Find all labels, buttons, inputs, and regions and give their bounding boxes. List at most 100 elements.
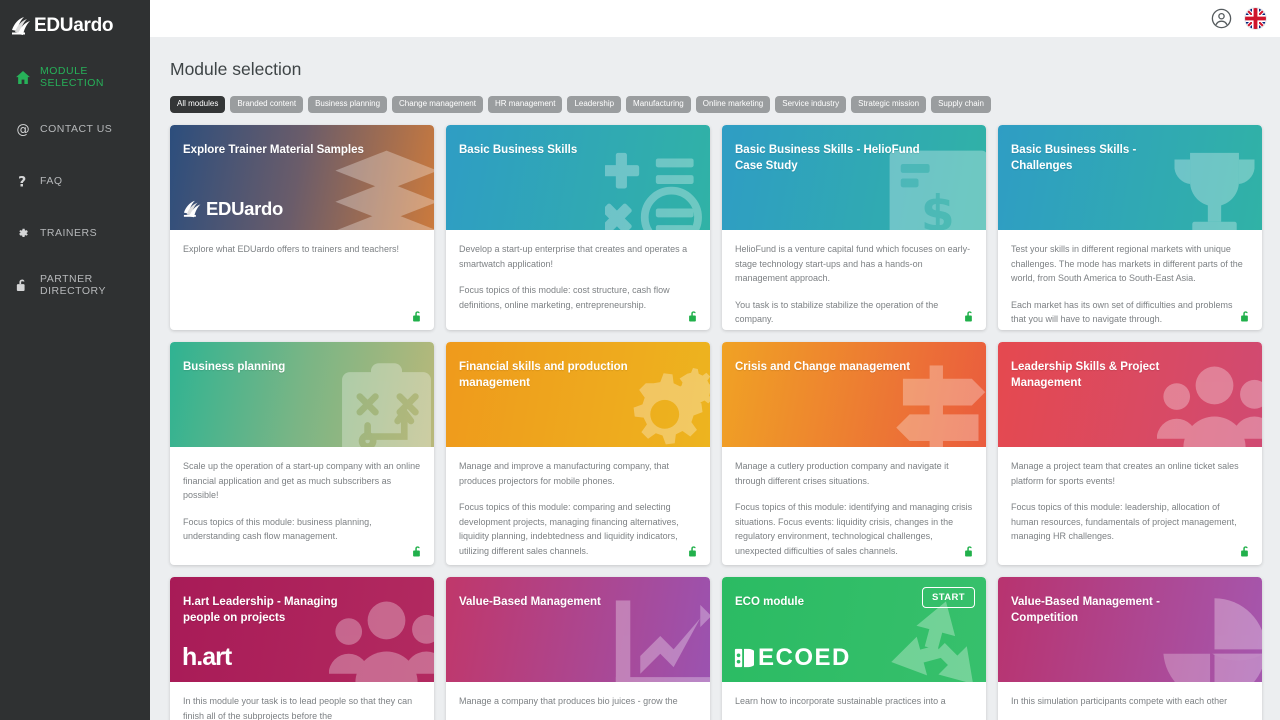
module-card-hart-leadership-managing-people-on-projects[interactable]: H.art Leadership - Managing people on pr… — [170, 577, 434, 720]
at-sign-icon: @ — [16, 122, 34, 136]
sidebar-item-label: TRAINERS — [40, 227, 98, 239]
sidebar-item-label: PARTNER DIRECTORY — [40, 273, 106, 297]
filter-chip-change-management[interactable]: Change management — [392, 96, 483, 113]
module-card-financial-skills-and-production-management[interactable]: Financial skills and production manageme… — [446, 342, 710, 565]
card-title: Basic Business Skills - HelioFund Case S… — [735, 144, 920, 173]
sidebar-item-label: FAQ — [40, 175, 63, 187]
card-title: Business planning — [183, 361, 286, 373]
filter-chip-branded-content[interactable]: Branded content — [230, 96, 304, 113]
card-header: Financial skills and production manageme… — [446, 342, 710, 447]
filter-chip-service-industry[interactable]: Service industry — [775, 96, 847, 113]
card-body: Explore what EDUardo offers to trainers … — [170, 230, 434, 257]
filter-chip-manufacturing[interactable]: Manufacturing — [626, 96, 691, 113]
unlock-icon-green[interactable] — [688, 545, 699, 558]
card-paragraph: Focus topics of this module: leadership,… — [1011, 502, 1237, 542]
card-logo-ecoed: ECOED — [734, 644, 851, 672]
sidebar-item-trainers[interactable]: TRAINERS — [0, 220, 150, 246]
start-button[interactable]: START — [922, 587, 975, 608]
nav-gap — [0, 90, 150, 116]
filter-chip-business-planning[interactable]: Business planning — [308, 96, 388, 113]
sidebar-item-label: CONTACT US — [40, 123, 113, 135]
card-header: Business planning — [170, 342, 434, 447]
unlock-icon-green[interactable] — [412, 545, 423, 558]
svg-text:@: @ — [16, 122, 29, 136]
card-paragraph: Focus topics of this module: business pl… — [183, 516, 372, 542]
card-paragraph: Focus topics of this module: comparing a… — [459, 502, 679, 556]
card-paragraph: Test your skills in different regional m… — [1011, 244, 1243, 284]
brand-logo[interactable]: EDUardo — [0, 0, 150, 42]
unlock-icon-green[interactable] — [964, 310, 975, 323]
filter-chip-supply-chain[interactable]: Supply chain — [931, 96, 991, 113]
card-body: In this module your task is to lead peop… — [170, 682, 434, 720]
nav-gap — [0, 194, 150, 220]
top-bar — [150, 0, 1280, 37]
module-card-basic-business-skills-heliofund-case-study[interactable]: Basic Business Skills - HelioFund Case S… — [722, 125, 986, 330]
svg-text:?: ? — [18, 174, 26, 188]
unlock-icon-green[interactable] — [1240, 310, 1251, 323]
unlock-icon-green[interactable] — [964, 545, 975, 558]
card-body: HelioFund is a venture capital fund whic… — [722, 230, 986, 327]
gear-icon — [16, 227, 34, 240]
sidebar-item-contact-us[interactable]: @ CONTACT US — [0, 116, 150, 142]
content-area: Module selection All modules Branded con… — [150, 37, 1280, 720]
card-body: Develop a start-up enterprise that creat… — [446, 230, 710, 312]
page-title: Module selection — [170, 59, 302, 79]
card-paragraph: In this simulation participants compete … — [1011, 696, 1228, 706]
main-area: Module selection All modules Branded con… — [150, 0, 1280, 720]
card-paragraph: Manage a company that produces bio juice… — [459, 696, 678, 706]
card-paragraph: Manage a cutlery production company and … — [735, 461, 949, 486]
card-paragraph: In this module your task is to lead peop… — [183, 696, 413, 720]
card-header: Value-Based Management - Competition — [998, 577, 1262, 682]
nav-gap — [0, 142, 150, 168]
sidebar: EDUardo MODULE SELECTION @ CONTACT US ? — [0, 0, 150, 720]
home-icon — [16, 70, 34, 84]
module-grid-row: Explore Trainer Material Samples EDUardo… — [170, 125, 1262, 330]
card-paragraph: Focus topics of this module: identifying… — [735, 502, 973, 556]
filter-chip-leadership[interactable]: Leadership — [567, 96, 622, 113]
card-title: Value-Based Management - Competition — [1011, 596, 1160, 625]
module-grid-row: H.art Leadership - Managing people on pr… — [170, 577, 1262, 720]
module-card-explore-trainer-material-samples[interactable]: Explore Trainer Material Samples EDUardo… — [170, 125, 434, 330]
svg-text:$: $ — [921, 186, 955, 230]
card-title: Basic Business Skills — [459, 144, 578, 156]
unlock-icon — [16, 278, 34, 292]
card-title: Leadership Skills & Project Management — [1011, 361, 1160, 390]
filter-chip-bar: All modules Branded content Business pla… — [170, 96, 1258, 113]
sidebar-item-module-selection[interactable]: MODULE SELECTION — [0, 64, 150, 90]
module-card-business-planning[interactable]: Business planning Scale up the operation… — [170, 342, 434, 565]
module-card-leadership-skills-and-project-management[interactable]: Leadership Skills & Project Management M… — [998, 342, 1262, 565]
nav-gap — [0, 246, 150, 272]
filter-chip-all-modules[interactable]: All modules — [170, 96, 226, 113]
module-card-crisis-and-change-management[interactable]: Crisis and Change management Manage a cu… — [722, 342, 986, 565]
question-mark-icon: ? — [16, 174, 34, 188]
module-card-basic-business-skills-challenges[interactable]: Basic Business Skills - Challenges Test … — [998, 125, 1262, 330]
card-logo-hart: h.art — [182, 643, 232, 672]
card-body: Manage a company that produces bio juice… — [446, 682, 710, 709]
card-paragraph: You task is to stabilize stabilize the o… — [735, 299, 939, 325]
module-card-basic-business-skills[interactable]: Basic Business Skills Develop a start-up… — [446, 125, 710, 330]
card-body: Test your skills in different regional m… — [998, 230, 1262, 327]
module-card-value-based-management-competition[interactable]: Value-Based Management - Competition In … — [998, 577, 1262, 720]
sidebar-item-label: MODULE SELECTION — [40, 65, 105, 89]
sidebar-item-partner-directory[interactable]: PARTNER DIRECTORY — [0, 272, 150, 298]
app-root: EDUardo MODULE SELECTION @ CONTACT US ? — [0, 0, 1280, 720]
card-title: H.art Leadership - Managing people on pr… — [183, 596, 338, 625]
unlock-icon-green[interactable] — [688, 310, 699, 323]
module-card-eco-module[interactable]: ECO module START ECOED Learn how to inco… — [722, 577, 986, 720]
card-header: Basic Business Skills - HelioFund Case S… — [722, 125, 986, 230]
card-title: Value-Based Management — [459, 596, 601, 608]
unlock-icon-green[interactable] — [1240, 545, 1251, 558]
user-circle-icon[interactable] — [1211, 8, 1232, 29]
sidebar-item-faq[interactable]: ? FAQ — [0, 168, 150, 194]
sidebar-nav: MODULE SELECTION @ CONTACT US ? FAQ TRAI… — [0, 64, 150, 298]
module-card-value-based-management[interactable]: Value-Based Management Manage a company … — [446, 577, 710, 720]
uk-flag-icon[interactable] — [1245, 8, 1266, 29]
filter-chip-strategic-mission[interactable]: Strategic mission — [851, 96, 927, 113]
filter-chip-online-marketing[interactable]: Online marketing — [695, 96, 771, 113]
unlock-icon-green[interactable] — [412, 310, 423, 323]
card-paragraph: Develop a start-up enterprise that creat… — [459, 244, 688, 269]
filter-chip-hr-management[interactable]: HR management — [487, 96, 563, 113]
card-paragraph: HelioFund is a venture capital fund whic… — [735, 244, 971, 284]
card-logo-text: EDUardo — [206, 198, 284, 219]
card-header: Basic Business Skills - Challenges — [998, 125, 1262, 230]
